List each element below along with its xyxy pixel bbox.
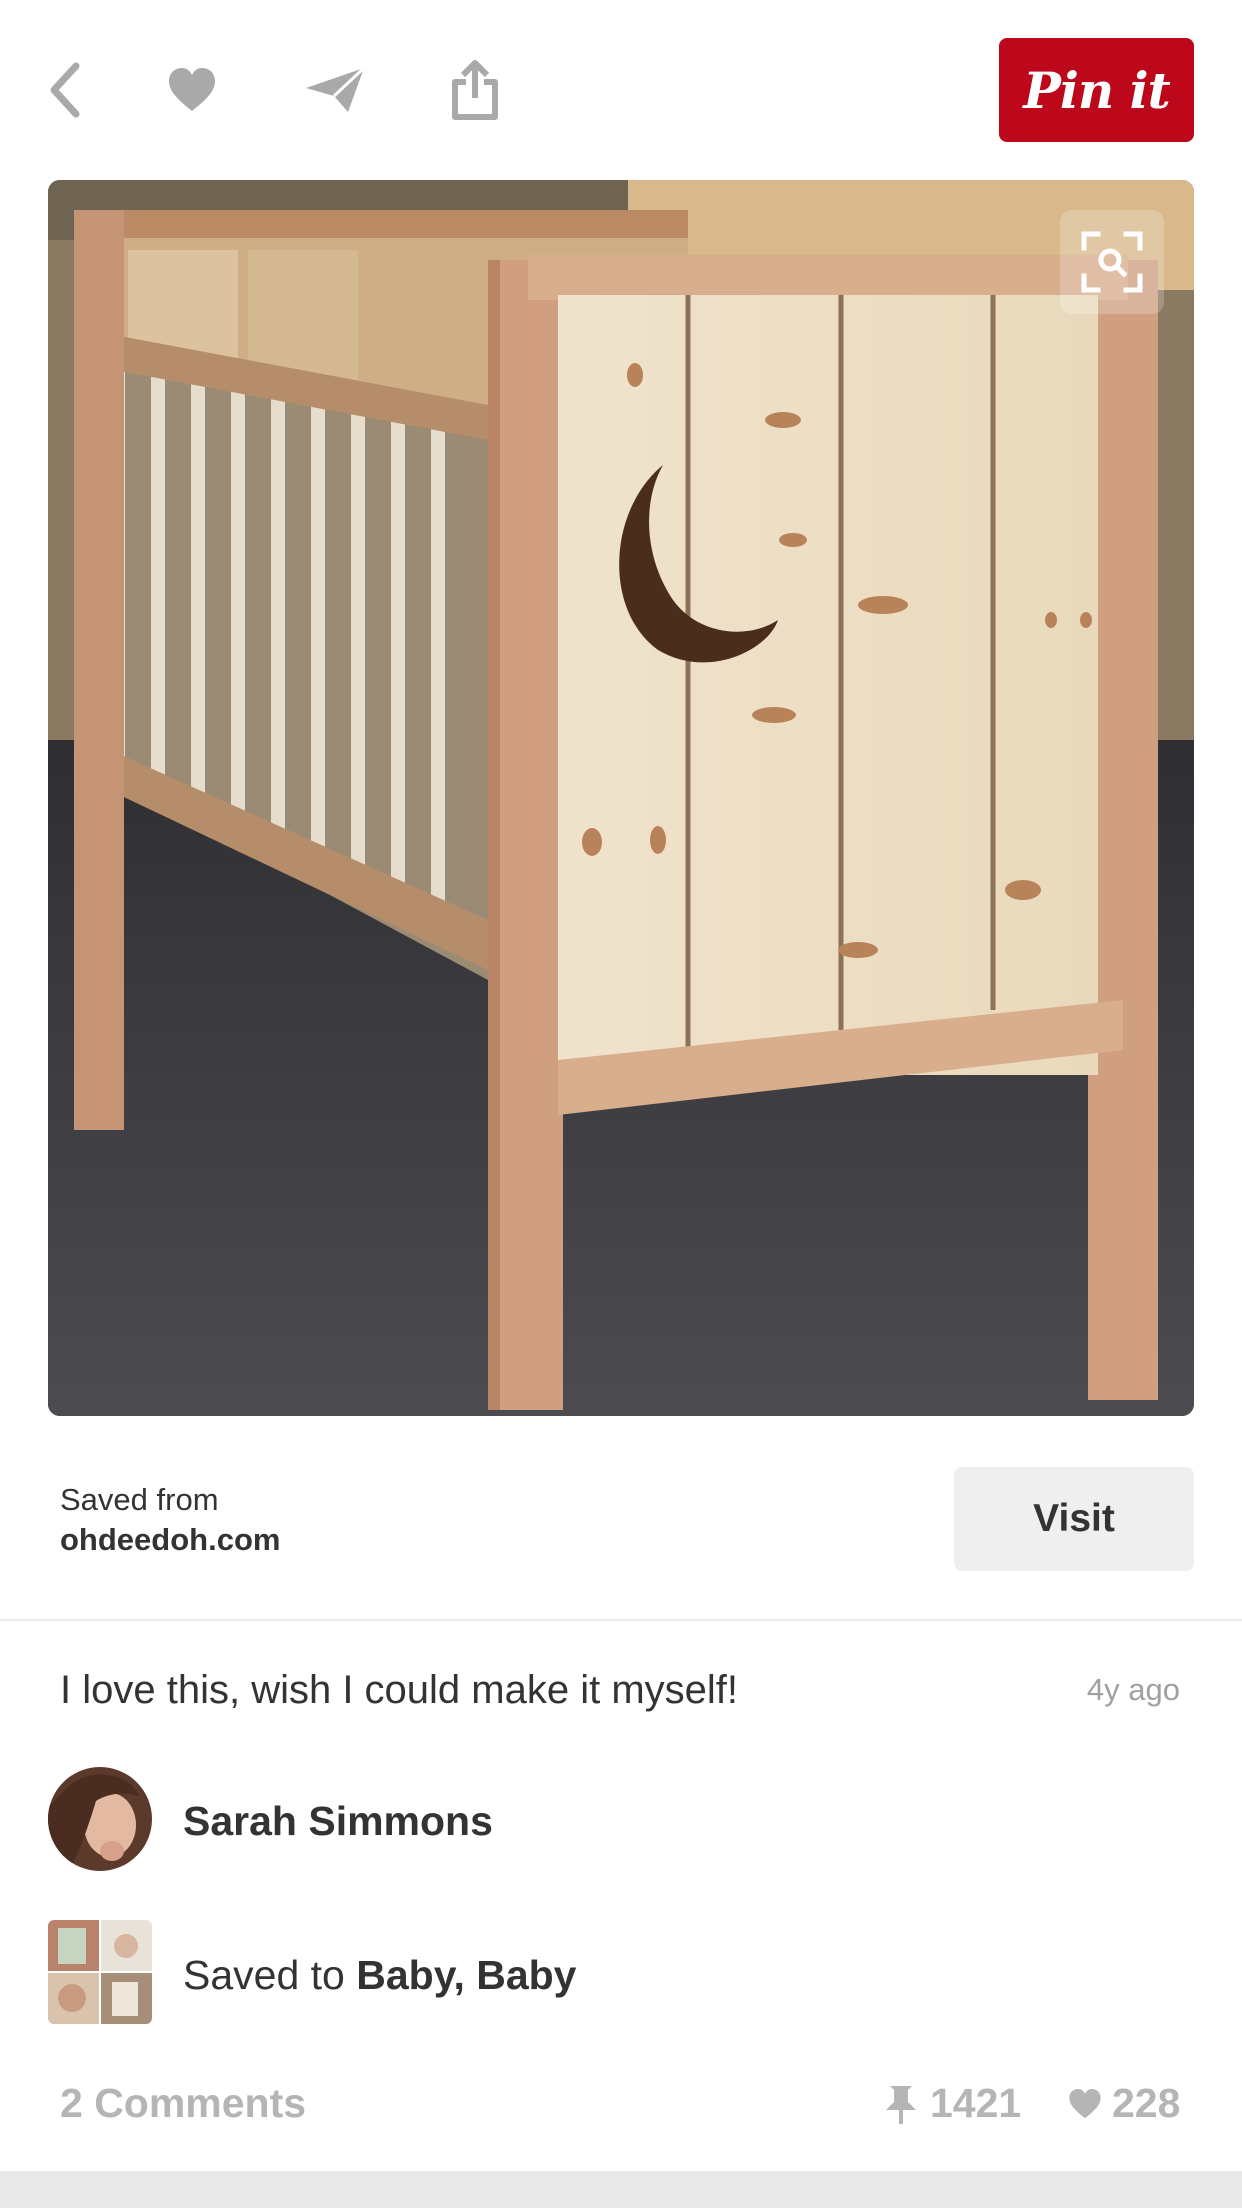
- heart-icon[interactable]: [165, 50, 219, 130]
- repin-count-value: 1421: [930, 2080, 1022, 2126]
- saved-to-label: Saved to: [183, 1952, 357, 1998]
- source-info: Saved from ohdeedoh.com: [60, 1480, 280, 1560]
- repin-count: 1421: [882, 2080, 1021, 2127]
- pin-image[interactable]: [48, 180, 1194, 1416]
- send-icon[interactable]: [303, 50, 367, 130]
- board-thumbnail[interactable]: [48, 1920, 152, 2024]
- board-name[interactable]: Baby, Baby: [356, 1952, 576, 1998]
- share-icon[interactable]: [448, 50, 502, 130]
- pin-age: 4y ago: [1086, 1672, 1180, 1707]
- back-arrow-icon[interactable]: [40, 50, 90, 130]
- avatar[interactable]: [48, 1767, 152, 1871]
- visual-search-icon[interactable]: [1060, 210, 1164, 314]
- user-name[interactable]: Sarah Simmons: [183, 1798, 493, 1845]
- source-domain[interactable]: ohdeedoh.com: [60, 1520, 280, 1560]
- pushpin-icon: [886, 2085, 916, 2124]
- heart-icon: [1069, 2088, 1101, 2118]
- like-count: 228: [1068, 2080, 1180, 2127]
- pin-it-button[interactable]: Pin it: [999, 38, 1194, 142]
- top-toolbar: Pin it: [0, 0, 1242, 180]
- saved-from-label: Saved from: [60, 1482, 219, 1517]
- divider: [0, 1619, 1242, 1621]
- pin-description: I love this, wish I could make it myself…: [60, 1668, 739, 1712]
- visit-button[interactable]: Visit: [954, 1467, 1194, 1571]
- comments-link[interactable]: 2 Comments: [60, 2080, 306, 2127]
- like-count-value: 228: [1112, 2080, 1181, 2126]
- saved-to-board: Saved to Baby, Baby: [183, 1952, 577, 1999]
- bottom-divider-bar: [0, 2171, 1242, 2208]
